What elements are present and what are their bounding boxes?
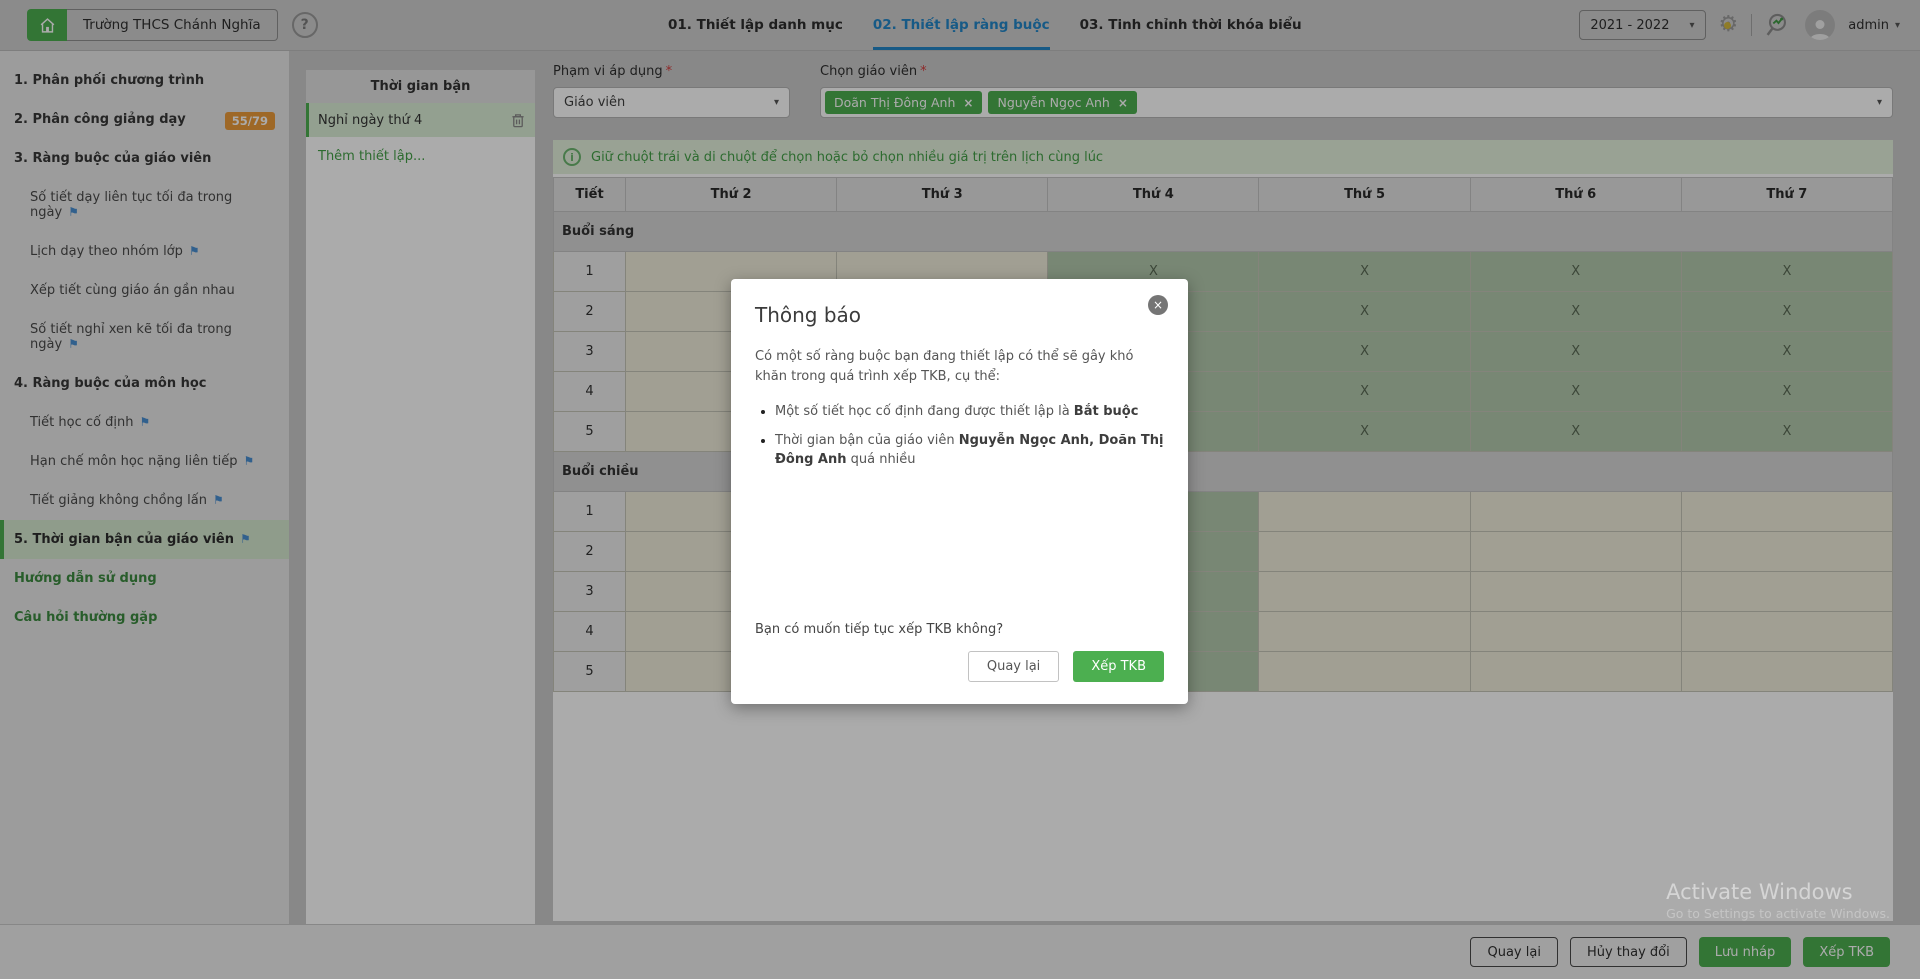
dialog-question: Bạn có muốn tiếp tục xếp TKB không?	[755, 622, 1004, 637]
warning-item: Một số tiết học cố định đang được thiết …	[775, 403, 1164, 422]
notification-dialog: × Thông báo Có một số ràng buộc bạn đang…	[731, 279, 1188, 704]
dialog-paragraph: Có một số ràng buộc bạn đang thiết lập c…	[755, 349, 1134, 385]
dialog-buttons: Quay lại Xếp TKB	[755, 651, 1164, 682]
close-icon[interactable]: ×	[1148, 295, 1168, 315]
dialog-title: Thông báo	[755, 303, 862, 327]
warning-item: Thời gian bận của giáo viên Nguyễn Ngọc …	[775, 432, 1164, 470]
app-window: Trường THCS Chánh Nghĩa ? 01. Thiết lập …	[0, 0, 1920, 979]
dialog-confirm-button[interactable]: Xếp TKB	[1073, 651, 1164, 682]
dialog-warning-list: Một số tiết học cố định đang được thiết …	[755, 403, 1164, 470]
dialog-back-button[interactable]: Quay lại	[967, 651, 1060, 682]
